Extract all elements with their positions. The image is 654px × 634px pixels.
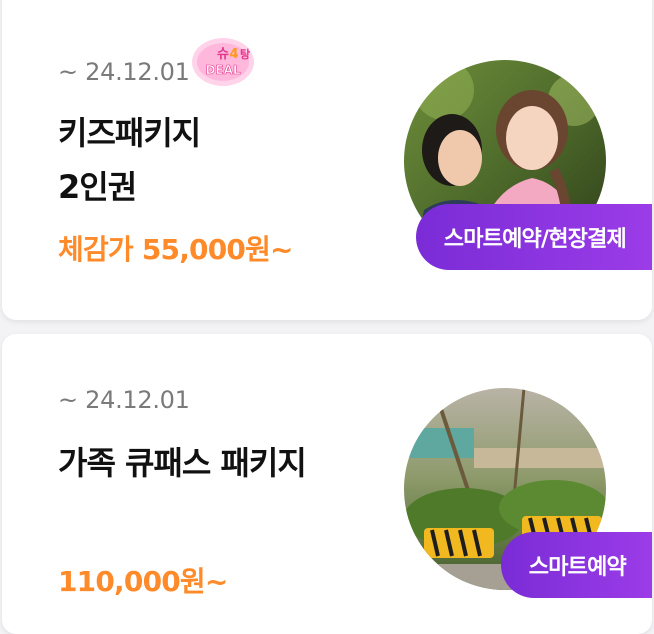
product-card-family-qpass[interactable]: ~ 24.12.01 가족 큐패스 패키지 110,000원~ 스마트예약 [2,334,652,634]
product-title-line: 키즈패키지 [58,114,201,152]
reservation-badge[interactable]: 스마트예약 [500,532,652,598]
expiry-date: ~ 24.12.01 [58,58,190,86]
svg-text:4: 4 [229,47,238,62]
product-title-line: 2인권 [58,168,137,206]
product-title: 키즈패키지 2인권 [58,106,201,214]
svg-text:DEAL: DEAL [205,63,240,77]
deal-logo-icon: 슈 4 탕 DEAL [192,38,254,86]
expiry-date: ~ 24.12.01 [58,386,190,414]
svg-text:탕: 탕 [240,47,250,61]
svg-text:슈: 슈 [217,47,229,62]
product-title-line: 가족 큐패스 패키지 [58,444,307,482]
product-title: 가족 큐패스 패키지 [58,436,307,490]
product-card-kids-package[interactable]: ~ 24.12.01 슈 4 탕 DEAL 키즈패키지 2인권 체감가 55,0… [2,0,652,320]
product-price: 110,000원~ [58,565,228,598]
product-price: 체감가 55,000원~ [58,233,294,266]
reservation-badge[interactable]: 스마트예약/현장결제 [415,204,652,270]
